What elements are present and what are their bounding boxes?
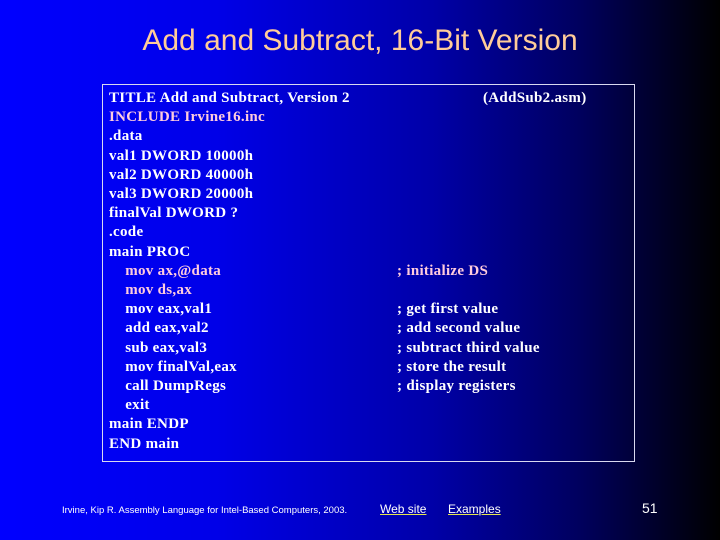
code-line: sub eax,val3 xyxy=(109,339,208,356)
code-line: mov eax,val1 xyxy=(109,301,213,318)
code-line: main PROC xyxy=(109,243,191,260)
slide-title: Add and Subtract, 16-Bit Version xyxy=(142,24,578,57)
code-comment: ; get first value xyxy=(397,301,499,318)
code-line: .code xyxy=(109,224,144,241)
code-line: mov ds,ax xyxy=(109,282,193,298)
code-line: call DumpRegs xyxy=(109,378,227,394)
code-line: val1 DWORD 10000h xyxy=(109,147,254,164)
examples-link[interactable]: Examples xyxy=(448,502,501,516)
code-line: END main xyxy=(109,435,180,452)
web-site-link[interactable]: Web site xyxy=(380,502,426,516)
page-number: 51 xyxy=(642,500,658,516)
code-comment: ; display registers xyxy=(397,378,516,394)
code-line: mov ax,@data xyxy=(109,262,222,279)
code-listing-box: (AddSub2.asm) TITLE Add and Subtract, Ve… xyxy=(102,84,635,462)
code-line: TITLE Add and Subtract, Version 2 xyxy=(109,90,350,106)
code-line: .data xyxy=(109,128,143,145)
code-comment: ; store the result xyxy=(397,358,507,375)
code-comment: ; subtract third value xyxy=(397,339,540,356)
code-line: val3 DWORD 20000h xyxy=(109,186,254,202)
code-line: add eax,val2 xyxy=(109,320,209,337)
code-line: val2 DWORD 40000h xyxy=(109,166,254,183)
footer-citation: Irvine, Kip R. Assembly Language for Int… xyxy=(62,505,348,516)
code-line: main ENDP xyxy=(109,416,189,433)
code-filename: (AddSub2.asm) xyxy=(483,90,587,106)
code-line: INCLUDE Irvine16.inc xyxy=(109,109,266,126)
code-line: exit xyxy=(109,397,150,414)
code-line: mov finalVal,eax xyxy=(109,358,237,375)
code-comment: ; initialize DS xyxy=(397,262,489,279)
code-line: finalVal DWORD ? xyxy=(109,205,239,222)
code-comment: ; add second value xyxy=(397,320,521,337)
